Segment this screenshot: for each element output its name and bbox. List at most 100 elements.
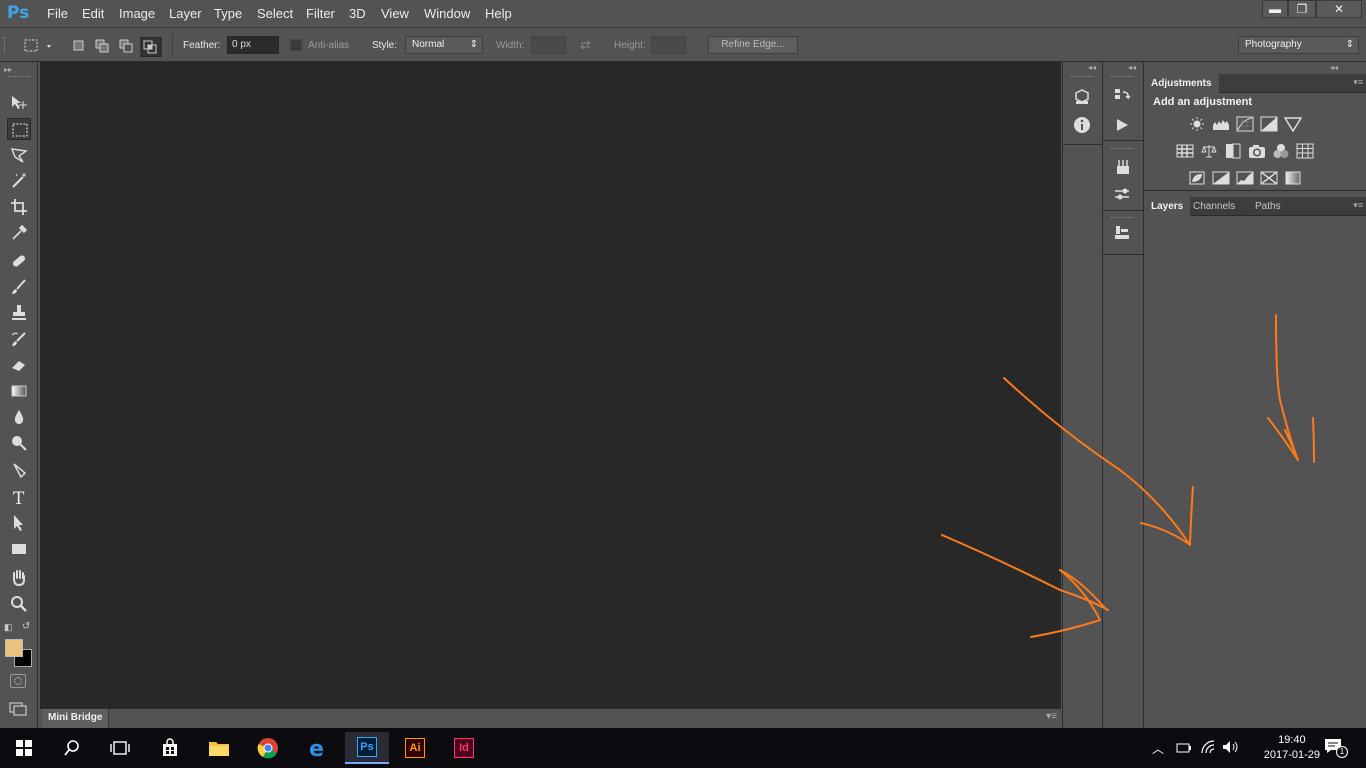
zoom-tool-icon[interactable] <box>7 593 31 615</box>
history-brush-icon[interactable] <box>7 328 31 350</box>
style-select[interactable]: Normal ⇕ <box>405 36 483 54</box>
default-colors-icon[interactable]: ◧ <box>4 622 13 633</box>
lasso-tool-icon[interactable] <box>7 144 31 166</box>
workspace-select[interactable]: Photography ⇕ <box>1238 36 1359 54</box>
path-selection-icon[interactable] <box>7 512 31 534</box>
rectangle-tool-icon[interactable] <box>7 538 31 560</box>
collapse-arrows-icon[interactable]: ◂◂ <box>1128 63 1136 72</box>
brightness-contrast-icon[interactable] <box>1188 116 1206 132</box>
swap-arrows-icon[interactable]: ⇄ <box>580 37 591 53</box>
color-balance-icon[interactable] <box>1200 143 1218 159</box>
eyedropper-icon[interactable] <box>7 222 31 244</box>
wifi-icon[interactable] <box>1200 740 1216 757</box>
menu-window[interactable]: Window <box>424 6 470 21</box>
threshold-icon[interactable] <box>1236 170 1254 186</box>
antialias-checkbox[interactable] <box>290 39 302 51</box>
clone-source-icon[interactable] <box>1112 223 1134 245</box>
curves-icon[interactable] <box>1236 116 1254 132</box>
panel-menu-icon[interactable]: ▾≡ <box>1353 77 1363 88</box>
volume-icon[interactable] <box>1222 740 1238 757</box>
posterize-icon[interactable] <box>1212 170 1230 186</box>
layers-list[interactable] <box>1144 217 1366 728</box>
magic-wand-icon[interactable] <box>7 170 31 192</box>
exposure-icon[interactable] <box>1260 116 1278 132</box>
menu-select[interactable]: Select <box>257 6 293 21</box>
menu-3d[interactable]: 3D <box>349 6 366 21</box>
marquee-tool-icon[interactable] <box>7 118 31 140</box>
panel-grip[interactable] <box>1111 148 1133 149</box>
edge-button[interactable]: e <box>296 732 340 764</box>
menu-view[interactable]: View <box>381 6 409 21</box>
restore-button[interactable]: ❐ <box>1288 0 1316 18</box>
eraser-icon[interactable] <box>7 354 31 376</box>
new-selection-icon[interactable] <box>73 40 84 51</box>
type-tool-icon[interactable]: T <box>7 486 31 509</box>
menu-type[interactable]: Type <box>214 6 242 21</box>
options-grip[interactable] <box>4 37 12 53</box>
move-tool-icon[interactable] <box>7 92 31 114</box>
intersect-selection-icon[interactable] <box>140 36 162 58</box>
levels-icon[interactable] <box>1212 116 1230 132</box>
gradient-icon[interactable] <box>7 380 31 402</box>
3d-cube-icon[interactable] <box>1072 87 1094 109</box>
menu-filter[interactable]: Filter <box>306 6 335 21</box>
search-button[interactable] <box>50 732 94 764</box>
hue-saturation-icon[interactable] <box>1176 143 1194 159</box>
tab-layers[interactable]: Layers <box>1144 197 1191 216</box>
menu-edit[interactable]: Edit <box>82 6 104 21</box>
tray-chevron-up-icon[interactable]: ︿ <box>1152 740 1164 757</box>
crop-tool-icon[interactable] <box>7 196 31 218</box>
minimize-button[interactable]: ▬ <box>1262 0 1288 18</box>
width-input[interactable] <box>531 36 566 54</box>
subtract-selection-icon[interactable] <box>119 39 133 53</box>
clone-stamp-icon[interactable] <box>7 302 31 324</box>
panel-menu-icon[interactable]: ▾≡ <box>1353 200 1363 211</box>
system-clock[interactable]: 19:40 2017-01-29 <box>1264 733 1320 763</box>
healing-brush-icon[interactable] <box>7 250 31 272</box>
panel-grip[interactable] <box>1111 217 1133 218</box>
menu-help[interactable]: Help <box>485 6 512 21</box>
feather-input[interactable]: 0 px <box>227 36 279 54</box>
action-center-button[interactable]: 1 <box>1324 738 1348 758</box>
actions-play-icon[interactable] <box>1112 115 1134 137</box>
foreground-color-swatch[interactable] <box>5 639 23 657</box>
panel-grip[interactable] <box>1111 76 1133 77</box>
panel-menu-icon[interactable]: ▾≡ <box>1046 711 1057 722</box>
store-button[interactable] <box>148 732 192 764</box>
hand-tool-icon[interactable] <box>7 567 31 589</box>
dodge-icon[interactable] <box>7 432 31 454</box>
collapse-arrows-icon[interactable]: ◂◂ <box>1088 63 1096 72</box>
tab-adjustments[interactable]: Adjustments <box>1144 74 1219 93</box>
chrome-button[interactable] <box>246 732 290 764</box>
tool-preset-picker[interactable] <box>22 37 54 55</box>
menu-file[interactable]: File <box>47 6 68 21</box>
panel-grip[interactable] <box>8 76 30 77</box>
taskbar-illustrator[interactable]: Ai <box>393 732 437 764</box>
color-lookup-icon[interactable] <box>1296 143 1314 159</box>
task-view-button[interactable] <box>98 732 142 764</box>
info-icon[interactable] <box>1072 115 1094 137</box>
brush-presets-icon[interactable] <box>1112 157 1134 179</box>
taskbar-indesign[interactable]: Id <box>442 732 486 764</box>
file-explorer-button[interactable] <box>197 732 241 764</box>
height-input[interactable] <box>651 36 686 54</box>
blur-drop-icon[interactable] <box>7 406 31 428</box>
panel-grip[interactable] <box>1071 76 1093 77</box>
brush-tool-icon[interactable] <box>7 276 31 298</box>
menu-layer[interactable]: Layer <box>169 6 202 21</box>
screen-mode-icon[interactable] <box>9 702 27 716</box>
start-button[interactable] <box>2 732 46 764</box>
black-white-icon[interactable] <box>1224 143 1242 159</box>
refine-edge-button[interactable]: Refine Edge... <box>708 36 798 54</box>
quick-mask-icon[interactable] <box>10 674 26 688</box>
close-button[interactable]: ✕ <box>1316 0 1362 18</box>
photo-filter-icon[interactable] <box>1248 143 1266 159</box>
invert-icon[interactable] <box>1188 170 1206 186</box>
channel-mixer-icon[interactable] <box>1272 143 1290 159</box>
mini-bridge-tab[interactable]: Mini Bridge <box>42 709 110 728</box>
brush-settings-icon[interactable] <box>1112 185 1134 207</box>
tab-channels[interactable]: Channels <box>1186 197 1242 216</box>
taskbar-photoshop[interactable]: Ps <box>345 732 389 764</box>
add-selection-icon[interactable] <box>95 39 109 53</box>
battery-icon[interactable] <box>1176 742 1192 757</box>
